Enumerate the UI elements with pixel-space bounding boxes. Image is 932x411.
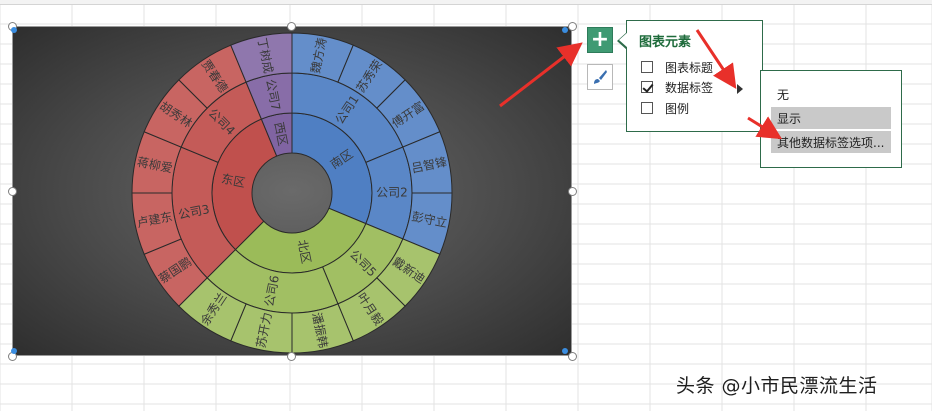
watermark-text: 头条 @小市民漂流生活: [676, 375, 878, 397]
annotation-arrows: [499, 29, 783, 140]
arrow-to-more-options: [747, 116, 783, 140]
arrow-to-data-labels: [695, 29, 737, 89]
arrow-to-plus-button: [499, 42, 583, 108]
